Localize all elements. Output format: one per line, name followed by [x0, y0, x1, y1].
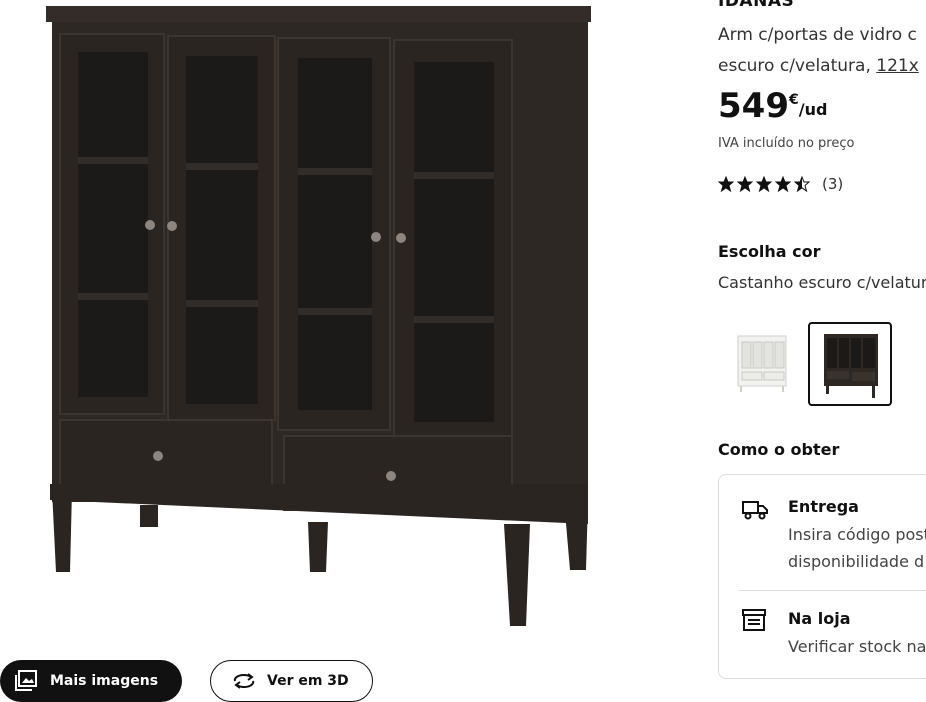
product-description: Arm c/portas de vidro c escuro c/velatur…: [718, 20, 919, 82]
product-name: IDANÄS: [718, 0, 795, 11]
more-images-button[interactable]: Mais imagens: [0, 660, 182, 702]
price: 549 € /ud: [718, 86, 827, 126]
rotate-3d-icon: [233, 673, 255, 689]
description-line-2-text: escuro c/velatura,: [718, 56, 877, 76]
description-line-1: Arm c/portas de vidro c: [718, 25, 917, 45]
star-icon: [756, 176, 772, 192]
view-3d-button[interactable]: Ver em 3D: [210, 660, 373, 702]
rating[interactable]: (3): [718, 175, 843, 193]
rating-count: (3): [822, 175, 844, 193]
rating-stars: [718, 176, 810, 192]
fulfillment-card: Entrega Insira código post disponibilida…: [718, 474, 926, 679]
price-currency: €: [788, 92, 799, 108]
delivery-text-1: Insira código post: [788, 525, 926, 544]
white-cabinet-thumbnail: [737, 335, 787, 392]
size-link[interactable]: 121x: [876, 56, 919, 76]
store-text: Verificar stock na: [788, 637, 926, 656]
star-icon: [718, 176, 734, 192]
vat-note: IVA incluído no preço: [718, 136, 855, 151]
star-icon: [775, 176, 791, 192]
price-unit: /ud: [798, 100, 828, 119]
fulfillment-heading: Como o obter: [718, 440, 840, 459]
store-icon: [742, 609, 766, 631]
delivery-title: Entrega: [788, 497, 859, 516]
divider: [739, 590, 926, 591]
images-icon: [15, 670, 37, 691]
dark-cabinet-thumbnail: [824, 334, 878, 398]
color-heading: Escolha cor: [718, 242, 821, 261]
star-icon: [737, 176, 753, 192]
price-integer: 549: [718, 86, 789, 126]
star-icon: [794, 176, 810, 192]
product-gallery: Mais imagens Ver em 3D: [0, 0, 700, 702]
store-title: Na loja: [788, 609, 851, 628]
description-line-2: escuro c/velatura, 121x: [718, 51, 919, 82]
more-images-label: Mais imagens: [50, 673, 159, 689]
delivery-text-2: disponibilidade d: [788, 552, 925, 571]
selected-color-name: Castanho escuro c/velatur: [718, 273, 926, 292]
color-swatch-white[interactable]: [726, 322, 810, 406]
product-image[interactable]: [40, 0, 600, 640]
view-3d-label: Ver em 3D: [267, 673, 349, 689]
truck-icon: [742, 501, 768, 520]
color-swatch-dark-brown[interactable]: [808, 322, 892, 406]
